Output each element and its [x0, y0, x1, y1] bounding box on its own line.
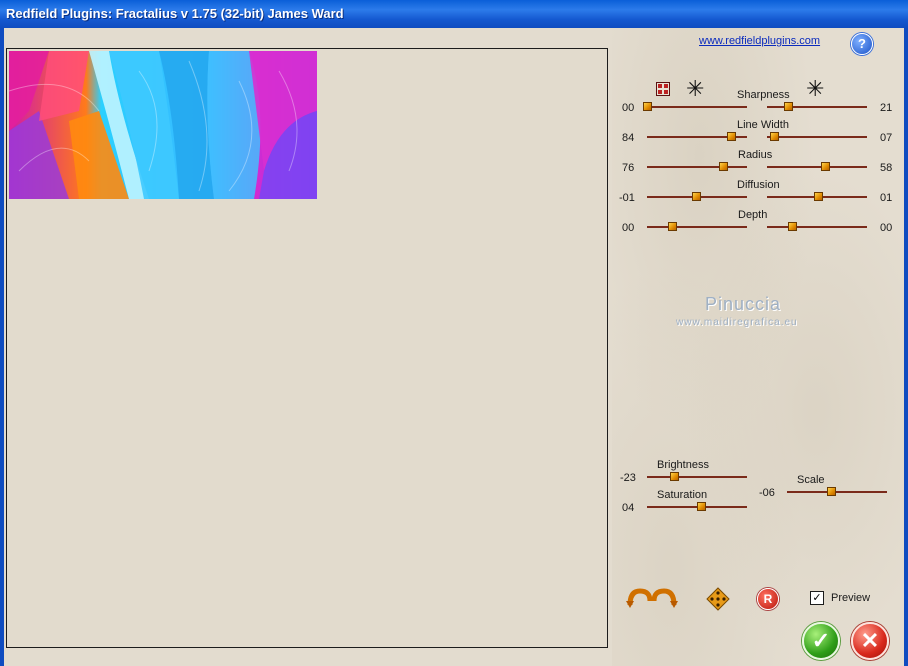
window-frame-left: [0, 28, 4, 666]
dice-icon[interactable]: [706, 587, 730, 616]
depth-right-slider[interactable]: [767, 222, 867, 231]
diffusion-left-slider[interactable]: [647, 192, 747, 201]
grid-icon[interactable]: [656, 82, 670, 96]
checkmark-icon: ✓: [811, 628, 831, 653]
depth-left-slider[interactable]: [647, 222, 747, 231]
scale-label: Scale: [797, 474, 825, 486]
line-width-label: Line Width: [737, 119, 789, 131]
sharpness-left-slider[interactable]: [643, 102, 747, 111]
saturation-slider[interactable]: [647, 502, 747, 511]
asterisk-burst-icon-left[interactable]: ✳: [686, 78, 704, 100]
line-width-right-value: 07: [880, 132, 893, 144]
line-width-left-value: 84: [622, 132, 635, 144]
undo-redo-arrows-icon[interactable]: [626, 587, 678, 614]
radius-label: Radius: [738, 149, 773, 161]
line-width-right-slider[interactable]: [767, 132, 867, 141]
window-title: Redfield Plugins: Fractalius v 1.75 (32-…: [6, 6, 344, 21]
radius-left-value: 76: [622, 162, 635, 174]
reset-r-icon[interactable]: R: [757, 588, 779, 610]
sharpness-label: Sharpness: [737, 89, 790, 101]
plugin-window: Redfield Plugins: Fractalius v 1.75 (32-…: [0, 0, 908, 666]
radius-left-slider[interactable]: [647, 162, 747, 171]
watermark-url: www.maidiregrafica.eu: [676, 317, 798, 328]
title-bar: Redfield Plugins: Fractalius v 1.75 (32-…: [0, 0, 908, 28]
line-width-left-slider[interactable]: [647, 132, 747, 141]
sharpness-right-value: 21: [880, 102, 893, 114]
radius-right-value: 58: [880, 162, 893, 174]
diffusion-label: Diffusion: [737, 179, 780, 191]
cancel-button[interactable]: ✕: [851, 622, 889, 660]
brightness-label: Brightness: [657, 459, 709, 471]
scale-value: -06: [759, 487, 775, 499]
brightness-slider[interactable]: [647, 472, 747, 481]
saturation-label: Saturation: [657, 489, 708, 501]
depth-label: Depth: [738, 209, 768, 221]
radius-right-slider[interactable]: [767, 162, 867, 171]
website-link[interactable]: www.redfieldplugins.com: [699, 35, 820, 47]
scale-slider[interactable]: [787, 487, 887, 496]
sharpness-left-value: 00: [622, 102, 635, 114]
sharpness-right-slider[interactable]: [767, 102, 867, 111]
saturation-value: 04: [622, 502, 635, 514]
diffusion-left-value: -01: [619, 192, 635, 204]
watermark-name: Pinuccia: [705, 294, 782, 314]
window-frame-right: [904, 28, 908, 666]
diffusion-right-value: 01: [880, 192, 893, 204]
close-x-icon: ✕: [860, 628, 880, 653]
asterisk-burst-icon-right[interactable]: ✳: [806, 78, 824, 100]
diffusion-right-slider[interactable]: [767, 192, 867, 201]
brightness-value: -23: [620, 472, 636, 484]
preview-canvas[interactable]: [6, 48, 608, 648]
preview-checkbox[interactable]: ✓: [810, 591, 824, 605]
help-icon[interactable]: ?: [851, 33, 873, 55]
depth-right-value: 00: [880, 222, 893, 234]
depth-left-value: 00: [622, 222, 635, 234]
ok-button[interactable]: ✓: [802, 622, 840, 660]
preview-image: [9, 51, 317, 199]
preview-label: Preview: [831, 592, 871, 604]
